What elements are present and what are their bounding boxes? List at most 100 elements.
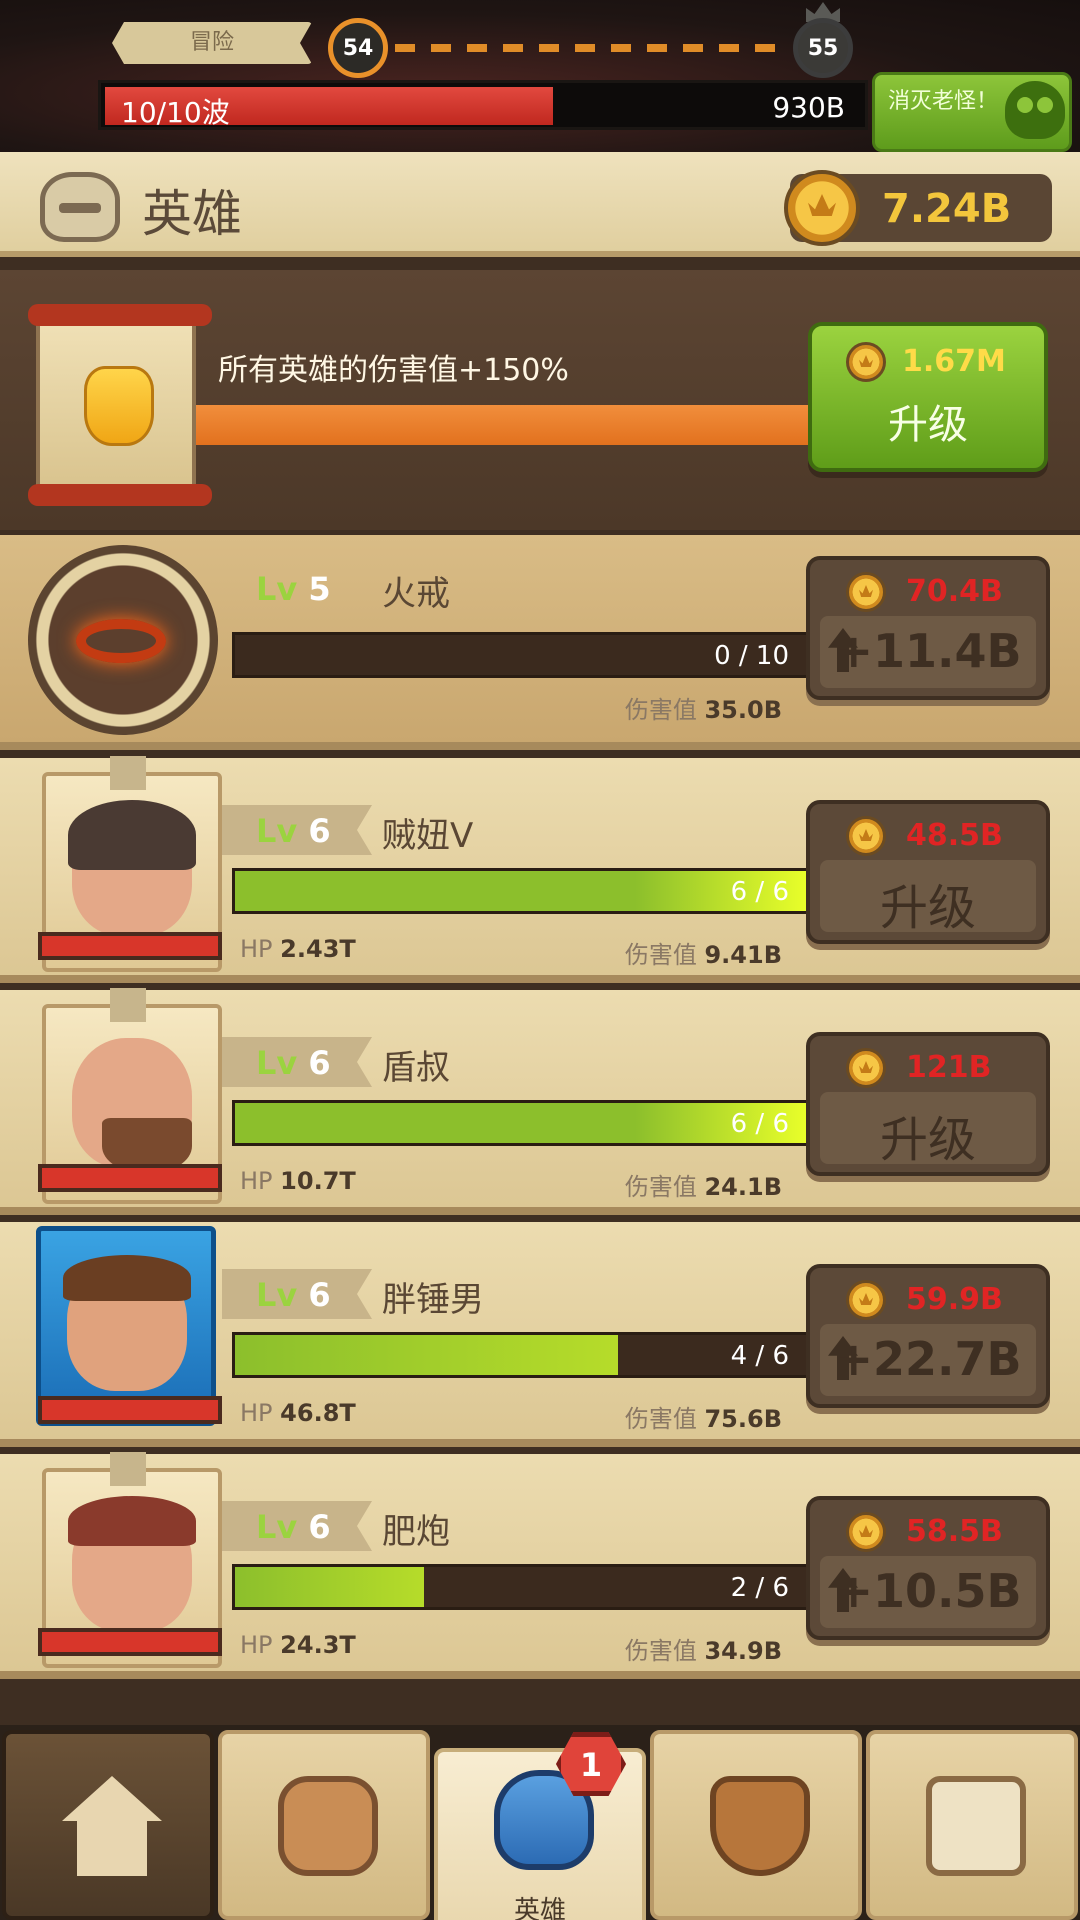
- level-up-gain: +11.4B: [834, 624, 1022, 678]
- hero-hp-bar: [38, 1164, 222, 1192]
- item-portrait: [28, 545, 218, 735]
- hp-stat: HP 10.7T: [240, 1167, 356, 1195]
- level-up-cost: 59.9B: [906, 1282, 1003, 1317]
- tab-chest[interactable]: [866, 1730, 1078, 1920]
- current-level-badge: 54: [328, 18, 388, 78]
- level-progress-track: 6 / 6: [232, 868, 810, 914]
- upgrade-button[interactable]: 48.5B 升级: [806, 800, 1050, 944]
- hero-hp-bar: [38, 932, 222, 960]
- damage-stat: 伤害值 24.1B: [624, 1173, 782, 1201]
- level-progress-fill: [235, 1103, 807, 1143]
- fire-ring-icon: [76, 619, 166, 663]
- level-up-button[interactable]: 58.5B +10.5B: [806, 1496, 1050, 1640]
- level-progress-track: 2 / 6: [232, 1564, 810, 1610]
- cauldron-icon: [710, 1776, 810, 1876]
- level-label: Lv 5: [256, 570, 331, 608]
- coin-icon: [846, 572, 886, 612]
- tape: [110, 1452, 146, 1486]
- level-up-gain: +10.5B: [834, 1564, 1022, 1618]
- level-progress-track: 0 / 10: [232, 632, 810, 678]
- hero-hair: [68, 1496, 196, 1546]
- coin-icon: [846, 1048, 886, 1088]
- hero-hair: [63, 1255, 191, 1301]
- upgrade-cost: 48.5B: [906, 818, 1003, 853]
- wave-text: 10/10波: [121, 96, 230, 129]
- top-bar: 冒险 54 55 10/10波 930B 消灭老怪！: [0, 0, 1080, 155]
- hero-name: 盾叔: [382, 1048, 450, 1088]
- level-label: Lv 6: [256, 1508, 331, 1546]
- upgrade-cost: 121B: [906, 1050, 992, 1085]
- global-upgrade-button[interactable]: 1.67M 升级: [808, 322, 1048, 472]
- damage-stat: 伤害值 75.6B: [624, 1405, 782, 1433]
- damage-stat: 伤害值 9.41B: [624, 941, 782, 969]
- level-progress-fill: [235, 1335, 619, 1375]
- item-name: 火戒: [382, 574, 450, 614]
- chest-icon: [926, 1776, 1026, 1876]
- boss-hp-text: 930B: [772, 91, 845, 124]
- coin-icon: [846, 1512, 886, 1552]
- panel-header: 英雄 7.24B: [0, 152, 1080, 257]
- tab-heroes-label: 英雄: [513, 1896, 566, 1920]
- upgrade-label: 升级: [879, 880, 976, 936]
- level-up-button[interactable]: 59.9B +22.7B: [806, 1264, 1050, 1408]
- level-up-button[interactable]: 70.4B +11.4B: [806, 556, 1050, 700]
- damage-stat: 伤害值 34.9B: [624, 1637, 782, 1665]
- level-label: Lv 6: [256, 1044, 331, 1082]
- level-progress-text: 4 / 6: [730, 1341, 789, 1371]
- tape: [110, 988, 146, 1022]
- upgrade-box: 升级: [820, 1092, 1036, 1168]
- upgrade-box: 升级: [820, 860, 1036, 936]
- page-title: 英雄: [142, 185, 242, 243]
- helmet-icon: [40, 172, 120, 242]
- fight-boss-label: 消灭老怪！: [887, 89, 998, 114]
- tape: [110, 756, 146, 790]
- level-progress-track: 6 / 6: [232, 1100, 810, 1146]
- hero-hp-bar: [38, 1396, 222, 1424]
- hero-hp-bar: [38, 1628, 222, 1656]
- level-progress-text: 6 / 6: [730, 877, 789, 907]
- upgrade-button[interactable]: 121B 升级: [806, 1032, 1050, 1176]
- hp-stat: HP 2.43T: [240, 935, 356, 963]
- tab-cauldron[interactable]: [650, 1730, 862, 1920]
- wave-bar: 10/10波 930B: [98, 80, 868, 130]
- adventure-tag[interactable]: 冒险: [112, 22, 312, 64]
- hp-stat: HP 46.8T: [240, 1399, 356, 1427]
- fight-boss-button[interactable]: 消灭老怪！: [872, 72, 1072, 152]
- level-progress-fill: [235, 871, 807, 911]
- level-progress-text: 0 / 10: [714, 641, 789, 671]
- coin-icon: [846, 1280, 886, 1320]
- tab-runes[interactable]: [218, 1730, 430, 1920]
- hp-stat: HP 24.3T: [240, 1631, 356, 1659]
- upgrade-scroll: [28, 304, 212, 506]
- level-progress-dashes: [395, 44, 790, 52]
- level-up-gain: +22.7B: [834, 1332, 1022, 1386]
- level-progress-text: 2 / 6: [730, 1573, 789, 1603]
- hero-name: 贼妞V: [382, 816, 474, 856]
- global-upgrade-cost: 1.67M: [902, 344, 1006, 379]
- level-up-gain-box: +10.5B: [820, 1556, 1036, 1628]
- hero-name: 胖锤男: [382, 1280, 484, 1320]
- level-progress-text: 6 / 6: [730, 1109, 789, 1139]
- level-progress-track: 4 / 6: [232, 1332, 810, 1378]
- coin-icon: [846, 816, 886, 856]
- damage-stat: 伤害值 35.0B: [624, 696, 782, 724]
- level-up-cost: 58.5B: [906, 1514, 1003, 1549]
- coin-icon: [784, 170, 860, 246]
- level-progress-fill: [235, 1567, 424, 1607]
- coin-icon: [846, 342, 886, 382]
- global-upgrade-description: 所有英雄的伤害值+150%: [218, 353, 569, 388]
- level-up-gain-box: +11.4B: [820, 616, 1036, 688]
- level-up-gain-box: +22.7B: [820, 1324, 1036, 1396]
- level-label: Lv 6: [256, 812, 331, 850]
- tab-home[interactable]: [2, 1730, 214, 1920]
- scroll-roll-bottom: [28, 484, 212, 506]
- house-icon: [62, 1776, 162, 1876]
- rune-icon: [278, 1776, 378, 1876]
- gold-counter: 7.24B: [784, 170, 1052, 246]
- upgrade-label: 升级: [879, 1112, 976, 1168]
- level-label: Lv 6: [256, 1276, 331, 1314]
- global-upgrade-bar: [190, 405, 810, 445]
- global-upgrade-label: 升级: [888, 402, 968, 448]
- hero-name: 肥炮: [382, 1512, 450, 1552]
- gold-value: 7.24B: [882, 186, 1012, 232]
